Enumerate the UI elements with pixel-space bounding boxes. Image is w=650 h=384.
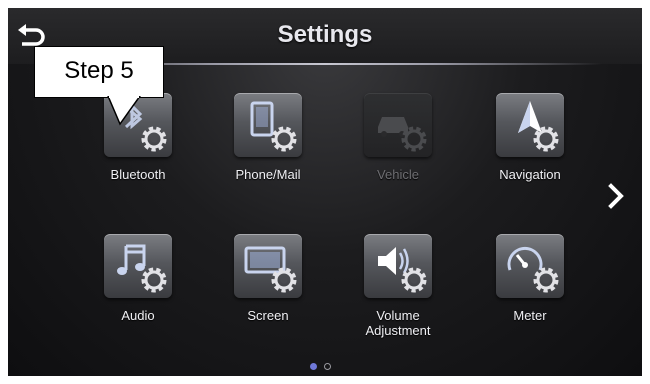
page-indicator bbox=[304, 363, 344, 373]
tile-meter[interactable]: Meter bbox=[478, 234, 582, 323]
tile-volume-adjustment[interactable]: Volume Adjustment bbox=[346, 234, 450, 338]
tile-label: Phone/Mail bbox=[235, 167, 301, 182]
chevron-right-icon bbox=[608, 183, 624, 209]
tile-label: Navigation bbox=[499, 167, 561, 182]
screen-settings-icon bbox=[234, 234, 302, 298]
tile-vehicle: Vehicle bbox=[346, 93, 450, 182]
page-title: Settings bbox=[277, 21, 373, 48]
callout-pointer bbox=[107, 96, 141, 126]
audio-settings-icon bbox=[104, 234, 172, 298]
navigation-settings-icon bbox=[496, 93, 564, 157]
next-page-button[interactable] bbox=[602, 180, 630, 212]
meter-settings-icon bbox=[496, 234, 564, 298]
tile-audio[interactable]: Audio bbox=[86, 234, 190, 323]
volume-settings-icon bbox=[364, 234, 432, 298]
step-callout: Step 5 bbox=[34, 46, 164, 98]
tile-label: Screen bbox=[247, 308, 289, 323]
step-callout-text: Step 5 bbox=[64, 57, 134, 84]
tile-label: Vehicle bbox=[377, 167, 419, 182]
tile-navigation[interactable]: Navigation bbox=[478, 93, 582, 182]
vehicle-settings-icon bbox=[364, 93, 432, 157]
phone-settings-icon bbox=[234, 93, 302, 157]
tile-label: Bluetooth bbox=[110, 167, 166, 182]
tile-label: Audio bbox=[121, 308, 155, 323]
tile-label: Volume Adjustment bbox=[365, 308, 431, 338]
tile-screen[interactable]: Screen bbox=[216, 234, 320, 323]
page-dot-active bbox=[310, 363, 317, 370]
tile-label: Meter bbox=[513, 308, 547, 323]
tile-phone-mail[interactable]: Phone/Mail bbox=[216, 93, 320, 182]
page-dot-inactive bbox=[324, 363, 331, 370]
